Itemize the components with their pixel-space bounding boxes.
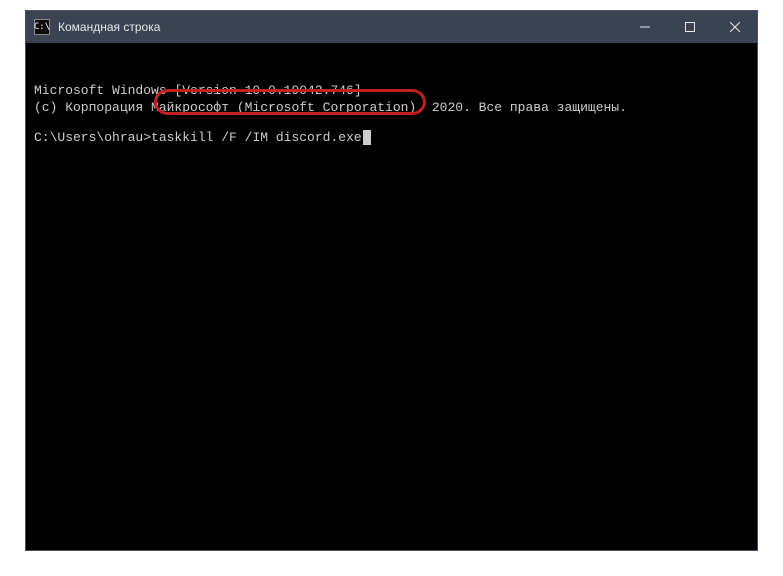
text-cursor bbox=[363, 130, 371, 145]
entered-command: taskkill /F /IM discord.exe bbox=[151, 130, 362, 145]
minimize-button[interactable] bbox=[622, 11, 667, 43]
maximize-button[interactable] bbox=[667, 11, 712, 43]
version-line: Microsoft Windows [Version 10.0.19042.74… bbox=[34, 83, 749, 100]
close-button[interactable] bbox=[712, 11, 757, 43]
close-icon bbox=[730, 22, 740, 32]
window-title: Командная строка bbox=[58, 20, 622, 34]
command-prompt-window: C:\ Командная строка Microsoft Windows [… bbox=[25, 10, 758, 551]
prompt-line: C:\Users\ohrau>taskkill /F /IM discord.e… bbox=[34, 130, 749, 147]
terminal-output[interactable]: Microsoft Windows [Version 10.0.19042.74… bbox=[26, 43, 757, 550]
window-controls bbox=[622, 11, 757, 43]
cmd-icon: C:\ bbox=[34, 19, 50, 35]
prompt-path: C:\Users\ohrau> bbox=[34, 130, 151, 145]
titlebar[interactable]: C:\ Командная строка bbox=[26, 11, 757, 43]
copyright-line: (c) Корпорация Майкрософт (Microsoft Cor… bbox=[34, 100, 749, 117]
minimize-icon bbox=[640, 22, 650, 32]
maximize-icon bbox=[685, 22, 695, 32]
